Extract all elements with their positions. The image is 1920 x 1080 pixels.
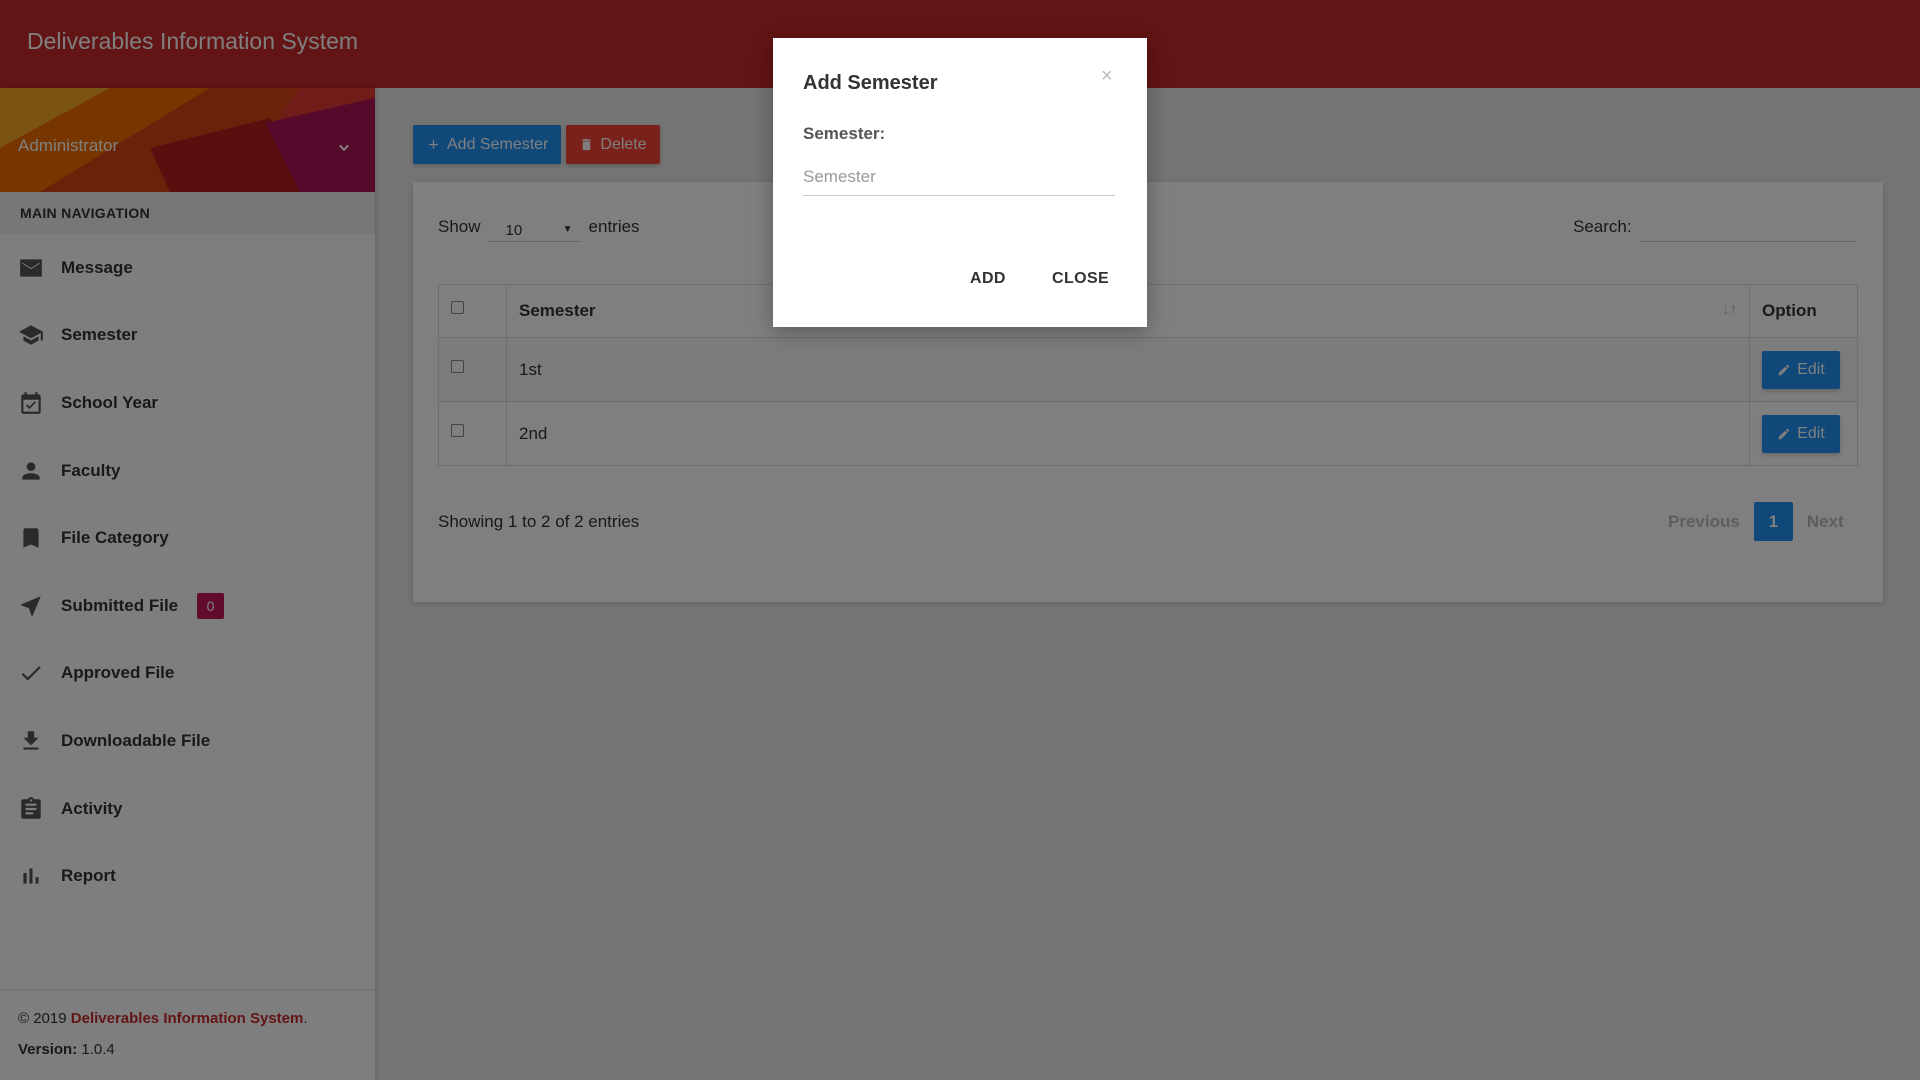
add-semester-modal: Add Semester × Semester: ADD CLOSE: [773, 38, 1147, 327]
semester-input[interactable]: [803, 158, 1115, 196]
modal-title: Add Semester: [803, 72, 938, 94]
add-button[interactable]: ADD: [970, 270, 1006, 288]
semester-field-label: Semester:: [803, 124, 886, 143]
close-button[interactable]: CLOSE: [1052, 270, 1109, 288]
close-icon[interactable]: ×: [1101, 65, 1113, 88]
